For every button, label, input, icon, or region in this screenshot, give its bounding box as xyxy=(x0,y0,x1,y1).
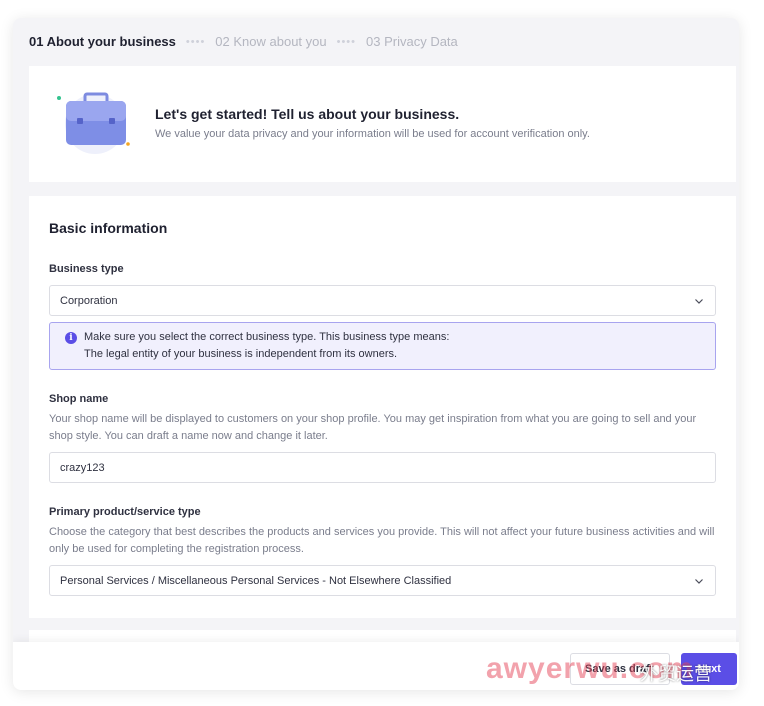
intro-title: Let's get started! Tell us about your bu… xyxy=(155,106,460,122)
info-line-1: Make sure you select the correct busines… xyxy=(84,331,450,343)
shop-name-help: Your shop name will be displayed to cust… xyxy=(49,413,697,442)
intro-subtitle: We value your data privacy and your info… xyxy=(155,128,590,140)
product-type-select[interactable]: Personal Services / Miscellaneous Person… xyxy=(49,565,716,596)
step-1[interactable]: 01 About your business xyxy=(29,34,176,49)
info-line-2: The legal entity of your business is ind… xyxy=(84,348,398,360)
shop-name-input[interactable]: crazy123 xyxy=(49,452,716,483)
business-type-value: Corporation xyxy=(60,294,118,307)
basic-information-card: Basic information Business type Corporat… xyxy=(29,196,736,618)
business-type-label: Business type xyxy=(49,263,124,275)
shop-name-label: Shop name xyxy=(49,393,109,405)
onboarding-window: 01 About your business •••• 02 Know abou… xyxy=(13,18,739,690)
product-type-help: Choose the category that best describes … xyxy=(49,526,715,555)
watermark-cn: 外贸运营 xyxy=(640,664,712,684)
business-type-select[interactable]: Corporation xyxy=(49,285,716,316)
stepper: 01 About your business •••• 02 Know abou… xyxy=(29,34,458,49)
step-3: 03 Privacy Data xyxy=(366,34,458,49)
step-separator: •••• xyxy=(336,35,357,48)
section-title: Basic information xyxy=(49,220,168,236)
chevron-down-icon xyxy=(695,579,703,584)
step-2: 02 Know about you xyxy=(215,34,327,49)
chevron-down-icon xyxy=(695,299,703,304)
product-type-value: Personal Services / Miscellaneous Person… xyxy=(60,574,452,587)
info-icon: i xyxy=(65,332,77,344)
briefcase-icon xyxy=(57,92,130,154)
intro-card: Let's get started! Tell us about your bu… xyxy=(29,66,736,182)
product-type-label: Primary product/service type xyxy=(49,506,201,518)
step-separator: •••• xyxy=(185,35,206,48)
business-type-info: i Make sure you select the correct busin… xyxy=(49,322,716,370)
shop-name-value: crazy123 xyxy=(60,461,105,474)
